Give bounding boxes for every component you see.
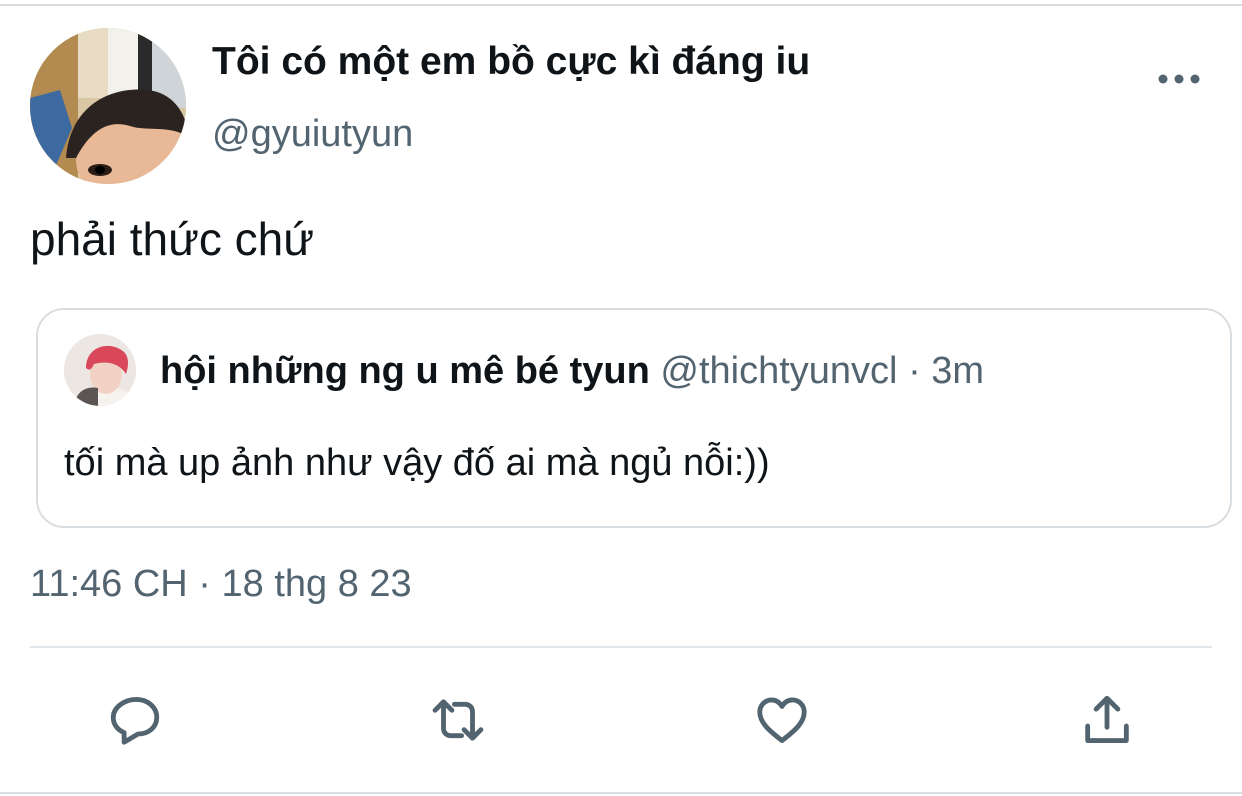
author-avatar[interactable] (30, 28, 186, 184)
more-horizontal-icon[interactable] (1156, 70, 1202, 88)
top-divider (0, 4, 1242, 6)
share-button[interactable] (1075, 688, 1139, 752)
tweet-time: 11:46 CH (30, 563, 188, 605)
author-display-name[interactable]: Tôi có một em bồ cực kì đáng iu (212, 40, 810, 84)
author-avatar-image (30, 28, 186, 184)
timestamp-separator: · (198, 563, 211, 605)
quoted-author-handle[interactable]: @thichtyunvcl (660, 350, 897, 392)
quoted-tweet-header: hội những ng u mê bé tyun @thichtyunvcl … (160, 348, 984, 394)
retweet-button[interactable] (426, 688, 490, 752)
tweet-text: phải thức chứ (30, 213, 315, 265)
tweet-timestamp[interactable]: 11:46 CH · 18 thg 8 23 (30, 563, 412, 606)
action-bar-divider (30, 646, 1212, 648)
quoted-tweet-text: tối mà up ảnh như vậy đố ai mà ngủ nỗi:)… (64, 442, 770, 484)
share-icon (1085, 695, 1129, 743)
quoted-header-separator: · (908, 350, 921, 392)
quoted-author-avatar[interactable] (64, 334, 136, 406)
quoted-tweet-card[interactable]: hội những ng u mê bé tyun @thichtyunvcl … (36, 308, 1232, 528)
quoted-author-display-name[interactable]: hội những ng u mê bé tyun (160, 350, 650, 392)
quoted-author-avatar-image (64, 334, 136, 406)
reply-button[interactable] (103, 688, 167, 752)
retweet-icon (432, 699, 484, 741)
heart-icon (757, 697, 807, 743)
like-button[interactable] (750, 688, 814, 752)
tweet-date: 18 thg 8 23 (221, 563, 412, 605)
bottom-divider (0, 792, 1242, 794)
reply-icon (110, 697, 160, 745)
author-handle[interactable]: @gyuiutyun (212, 113, 413, 156)
quoted-tweet-time[interactable]: 3m (931, 350, 984, 392)
